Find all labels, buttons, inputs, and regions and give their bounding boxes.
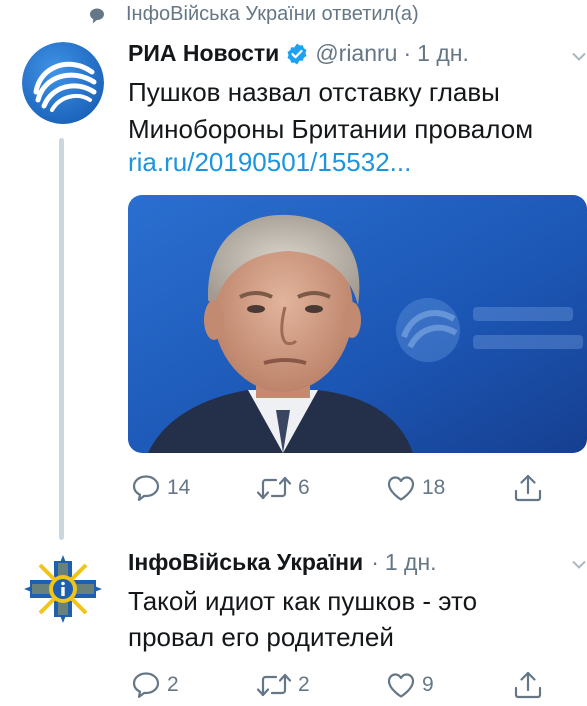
reply-button[interactable]: 2 bbox=[131, 671, 179, 699]
retweet-icon bbox=[256, 476, 292, 500]
like-count: 9 bbox=[422, 673, 434, 696]
retweet-count: 2 bbox=[298, 673, 310, 696]
heart-icon bbox=[387, 476, 415, 501]
tweet-text-line: Минобороны Британии провалом bbox=[128, 114, 534, 144]
heart-icon bbox=[387, 673, 415, 698]
retweet-button[interactable]: 2 bbox=[256, 671, 310, 699]
reply-icon bbox=[132, 475, 160, 501]
share-button[interactable] bbox=[513, 473, 543, 503]
reply-count: 2 bbox=[167, 673, 179, 696]
retweet-count: 6 bbox=[298, 476, 310, 499]
like-button[interactable]: 9 bbox=[386, 671, 434, 699]
reply-count: 14 bbox=[167, 476, 191, 499]
verified-badge-icon bbox=[287, 43, 307, 64]
time-separator: · bbox=[371, 549, 379, 575]
time-separator: · bbox=[403, 40, 412, 66]
reply-icon bbox=[132, 672, 160, 698]
thread-line bbox=[59, 138, 64, 540]
author-handle[interactable]: @rianru bbox=[315, 40, 397, 67]
share-icon bbox=[514, 671, 542, 699]
tweet-text-line: Пушков назвал отставку главы bbox=[128, 77, 500, 107]
tweet-time[interactable]: 1 дн. bbox=[417, 40, 469, 67]
chevron-down-icon[interactable] bbox=[572, 52, 586, 62]
retweet-icon bbox=[256, 673, 292, 697]
reply-context-text[interactable]: ІнфоВійська України ответил(а) bbox=[126, 3, 419, 26]
author-name[interactable]: РИА Новости bbox=[128, 40, 279, 67]
tweet-text-line: Такой идиот как пушков - это bbox=[128, 586, 478, 616]
ria-logo-icon bbox=[22, 42, 104, 124]
tweet-time[interactable]: 1 дн. bbox=[385, 549, 437, 576]
infovoiska-avatar[interactable] bbox=[18, 553, 108, 625]
photo-illustration bbox=[128, 195, 587, 453]
tweet-text-line: провал его родителей bbox=[128, 622, 394, 652]
ria-avatar[interactable] bbox=[22, 42, 104, 124]
reply-context-icon bbox=[90, 8, 104, 24]
chevron-down-icon[interactable] bbox=[572, 560, 586, 570]
tweet-media-image[interactable] bbox=[128, 195, 587, 453]
like-button[interactable]: 18 bbox=[386, 474, 445, 502]
military-emblem-icon bbox=[18, 553, 108, 625]
retweet-button[interactable]: 6 bbox=[256, 474, 310, 502]
reply-button[interactable]: 14 bbox=[131, 474, 190, 502]
share-button[interactable] bbox=[513, 670, 543, 700]
like-count: 18 bbox=[422, 476, 446, 499]
tweet-link[interactable]: ria.ru/20190501/15532... bbox=[128, 144, 411, 181]
share-icon bbox=[514, 474, 542, 502]
author-name[interactable]: ІнфоВійська України bbox=[128, 549, 363, 576]
